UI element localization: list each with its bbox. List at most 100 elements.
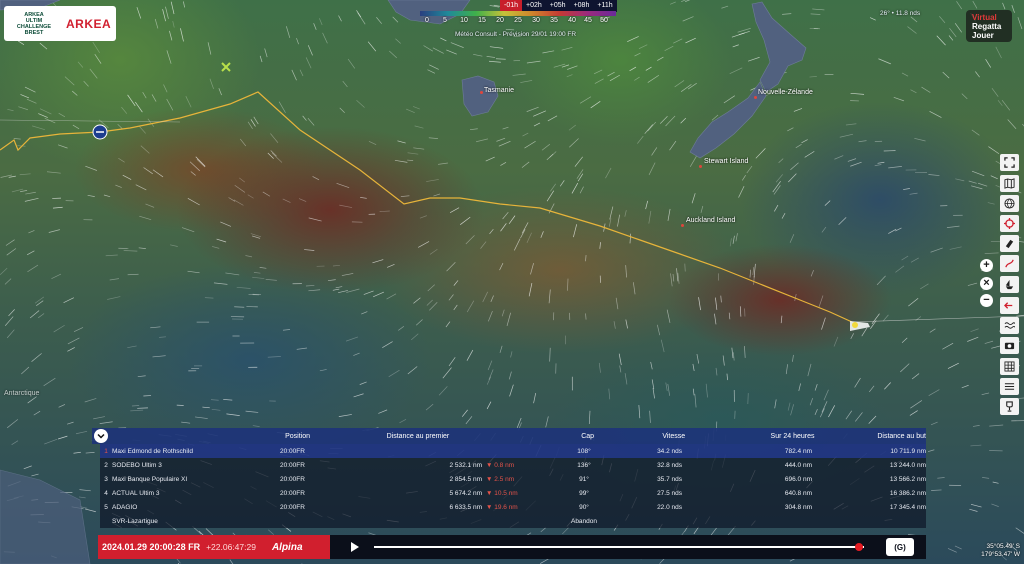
fullscreen-icon	[1004, 157, 1015, 168]
virtual-regatta-logo[interactable]: Virtual Regatta Jouer	[966, 10, 1012, 42]
col-speed-header[interactable]: Vitesse	[629, 433, 685, 440]
wind-readout: 26° • 11.8 nds	[880, 10, 921, 17]
boat-name: Maxi Edmond de Rothschild	[112, 447, 193, 455]
wind-scale-ticks: 0 5 10 15 20 25 30 35 40 45 50	[414, 16, 614, 26]
scale-tick: 20	[496, 17, 504, 24]
date-box: 2024.01.29 20:00:28 FR +22.06:47:29 Alpi…	[98, 535, 330, 559]
sailed-route	[0, 91, 853, 323]
elapsed-time: +22.06:47:29	[206, 542, 256, 552]
boat-position: 20:00FR	[280, 461, 305, 469]
target-icon	[1004, 218, 1015, 229]
scale-tick: 45	[584, 17, 592, 24]
target-button[interactable]	[1000, 215, 1019, 232]
rank-number: 5	[104, 503, 108, 511]
ranking-row[interactable]: 5 ADAGIO 20:00FR 6 633.5 nm ▼ 19.6 nm 90…	[100, 500, 926, 514]
place-auckland-island-label: Auckland Island	[686, 217, 736, 224]
competitor-boat-icon	[92, 124, 108, 140]
boat-24h: 444.0 nm	[784, 461, 812, 469]
scale-tick: 25	[514, 17, 522, 24]
globe-button[interactable]	[1000, 195, 1019, 212]
boat-distance-goal: 16 386.2 nm	[889, 489, 926, 497]
boat-distance-delta: ▼ 10.5 nm	[486, 489, 518, 497]
boat-speed: 35.7 nds	[657, 475, 682, 483]
boat-position: 20:00FR	[280, 475, 305, 483]
play-button[interactable]	[344, 535, 366, 559]
collapse-ranking-button[interactable]	[94, 429, 108, 443]
rank-number: 1	[104, 447, 108, 455]
boat-24h: 782.4 nm	[784, 447, 812, 455]
ranking-row[interactable]: 4 ACTUAL Ultim 3 20:00FR 5 674.2 nm ▼ 10…	[100, 486, 926, 500]
place-tasmania-label: Tasmanie	[484, 87, 514, 94]
grid-button[interactable]	[1000, 358, 1019, 375]
place-dot	[754, 96, 757, 99]
boat-distance-first: 2 532.1 nm	[449, 461, 482, 469]
boat-distance-goal: 17 345.4 nm	[889, 503, 926, 511]
list-button[interactable]	[1000, 378, 1019, 395]
ranking-row[interactable]: SVR-Lazartigue Abandon	[100, 514, 926, 528]
wind-scale: 0 5 10 15 20 25 30 35 40 45 50	[414, 11, 616, 26]
col-goal-header[interactable]: Distance au but	[815, 433, 926, 440]
zoom-in-button[interactable]: +	[980, 259, 993, 272]
event-logo[interactable]: ARKEA ULTIM CHALLENGE BREST ARKEA	[4, 6, 116, 41]
wave-button[interactable]	[1000, 317, 1019, 334]
boat-button[interactable]	[1000, 276, 1019, 293]
sponsor-logo: Alpina	[271, 541, 303, 553]
scale-tick: 35	[550, 17, 558, 24]
forecast-source: Météo Consult - Prévision 29/01 19:00 FR	[455, 31, 577, 38]
boat-name: SVR-Lazartigue	[112, 517, 158, 525]
boat-status: Abandon	[570, 517, 598, 525]
trophy-icon	[1006, 401, 1013, 412]
timeline-handle[interactable]	[855, 543, 864, 551]
list-icon	[1004, 383, 1015, 390]
boat-speed: 27.5 nds	[657, 489, 682, 497]
competitor-marker-icon	[221, 62, 231, 72]
place-antarctica-label: Antarctique	[4, 390, 40, 397]
route-icon	[1005, 259, 1014, 268]
col-24h-header[interactable]: Sur 24 heures	[685, 433, 815, 440]
vr-line-1: Virtual	[972, 12, 997, 22]
fullscreen-button[interactable]	[1000, 154, 1019, 171]
boat-speed: 34.2 nds	[657, 447, 682, 455]
longitude: 179°53.47' W	[981, 551, 1020, 558]
boat-cap: 91°	[579, 475, 589, 483]
globe-icon	[1004, 198, 1015, 209]
trophy-button[interactable]	[1000, 398, 1019, 415]
scale-tick: 30	[532, 17, 540, 24]
boat-distance-first: 5 674.2 nm	[449, 489, 482, 497]
rank-number: 4	[104, 489, 108, 497]
play-icon	[351, 542, 359, 552]
camera-icon	[1004, 342, 1015, 350]
boat-cap: 90°	[579, 503, 589, 511]
zoom-reset-button[interactable]: ×	[980, 277, 993, 290]
place-new-zealand-label: Nouvelle-Zélande	[758, 89, 813, 96]
boat-distance-delta: ▼ 2.5 nm	[486, 475, 515, 483]
boat-distance-first: 6 633.5 nm	[449, 503, 482, 511]
ranking-row[interactable]: 1 Maxi Edmond de Rothschild 20:00FR 108°…	[100, 444, 926, 458]
grid-icon	[1004, 361, 1015, 372]
zoom-out-button[interactable]: −	[980, 294, 993, 307]
latitude: 35°05.49' S	[986, 543, 1020, 550]
event-line-4: BREST	[24, 29, 44, 36]
boat-cap: 108°	[577, 447, 591, 455]
col-cap-header[interactable]: Cap	[546, 433, 630, 440]
timeline-track[interactable]	[374, 543, 864, 551]
boat-distance-delta: ▼ 0.8 nm	[486, 461, 515, 469]
boat-speed: 32.8 nds	[657, 461, 682, 469]
col-distance-first-header[interactable]: Distance au premier	[387, 433, 546, 440]
col-position-header[interactable]: Position	[285, 433, 387, 440]
wind-layer-button[interactable]	[1000, 297, 1019, 314]
place-dot	[699, 165, 702, 168]
map-button[interactable]	[1000, 175, 1019, 192]
scale-tick: 5	[443, 17, 447, 24]
playback-speed-button[interactable]: (G)	[886, 538, 914, 556]
ranking-row[interactable]: 2 SODEBO Ultim 3 20:00FR 2 532.1 nm ▼ 0.…	[100, 458, 926, 472]
vr-line-2: Regatta	[972, 21, 1002, 31]
route-button[interactable]	[1000, 255, 1019, 272]
camera-button[interactable]	[1000, 337, 1019, 354]
ranking-row[interactable]: 3 Maxi Banque Populaire XI 20:00FR 2 854…	[100, 472, 926, 486]
forecast-line	[851, 315, 1024, 323]
vr-play-link[interactable]: Jouer	[972, 31, 1012, 40]
boat-name: ADAGIO	[112, 503, 138, 511]
current-date: 2024.01.29 20:00:28 FR	[102, 542, 201, 552]
eraser-button[interactable]	[1000, 235, 1019, 252]
